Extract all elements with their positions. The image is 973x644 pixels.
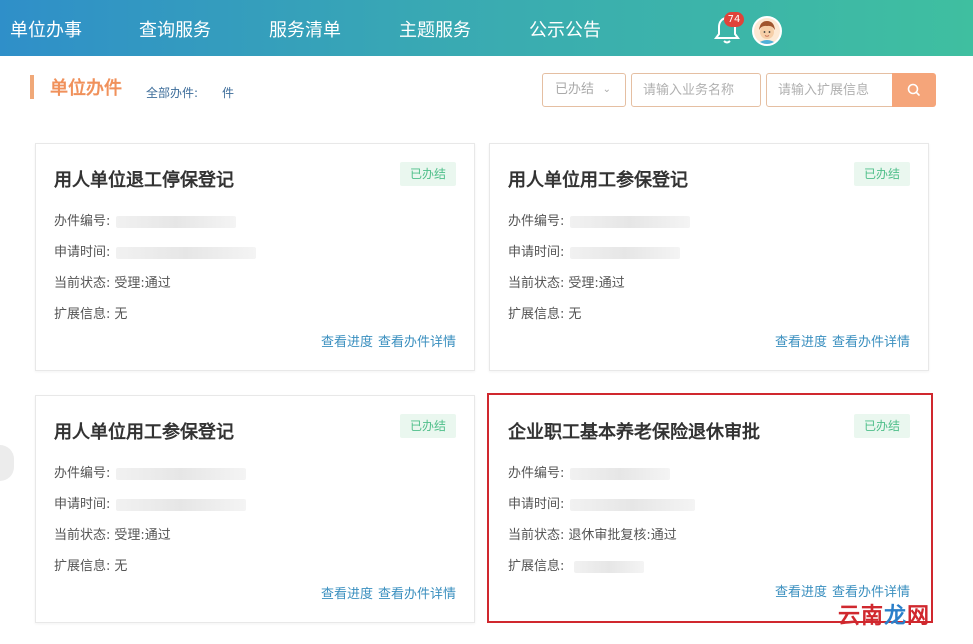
case-card: 用人单位退工停保登记 已办结 办件编号: 申请时间: 当前状态: 受理:通过 扩展… xyxy=(35,143,475,371)
status-filter-select[interactable]: 已办结 ⌄ xyxy=(542,73,626,107)
card-actions: 查看进度 查看办件详情 xyxy=(770,331,910,350)
current-status-value: 受理:通过 xyxy=(114,528,171,543)
card-title: 企业职工基本养老保险退休审批 xyxy=(508,422,760,443)
status-badge: 已办结 xyxy=(854,414,910,438)
redacted-value xyxy=(570,498,696,511)
case-card: 用人单位用工参保登记 已办结 办件编号: 申请时间: 当前状态: 受理:通过 扩展… xyxy=(35,395,475,623)
redacted-value xyxy=(116,215,237,228)
search-button[interactable] xyxy=(892,73,936,107)
redacted-value xyxy=(570,246,681,259)
nav-item-service-list[interactable]: 服务清单 xyxy=(269,0,341,56)
case-number-label: 办件编号: xyxy=(54,466,111,481)
current-status-label: 当前状态: xyxy=(54,276,111,291)
extended-info-row: 扩展信息: 无 xyxy=(54,303,127,322)
case-number-row: 办件编号: xyxy=(54,210,237,229)
current-status-row: 当前状态: 受理:通过 xyxy=(54,272,171,291)
all-count-text: 全部办件: xyxy=(146,86,199,100)
side-drawer-handle[interactable] xyxy=(0,445,14,481)
card-title: 用人单位用工参保登记 xyxy=(54,422,234,443)
view-progress-link[interactable]: 查看进度 xyxy=(775,335,827,350)
view-details-link[interactable]: 查看办件详情 xyxy=(378,335,456,350)
view-progress-link[interactable]: 查看进度 xyxy=(775,585,827,600)
extended-info-value: 无 xyxy=(114,307,128,322)
business-name-input[interactable] xyxy=(631,73,761,107)
status-filter-value: 已办结 xyxy=(555,82,595,97)
apply-time-label: 申请时间: xyxy=(54,245,111,260)
current-status-row: 当前状态: 受理:通过 xyxy=(508,272,625,291)
watermark-text-1: 云南 xyxy=(838,604,885,629)
nav-item-public-notice[interactable]: 公示公告 xyxy=(529,0,601,56)
card-title: 用人单位用工参保登记 xyxy=(508,170,688,191)
nav-item-theme-service[interactable]: 主题服务 xyxy=(399,0,471,56)
redacted-value xyxy=(570,215,691,228)
extended-info-value: 无 xyxy=(114,559,128,574)
case-number-label: 办件编号: xyxy=(508,466,565,481)
case-number-row: 办件编号: xyxy=(508,462,671,481)
apply-time-row: 申请时间: xyxy=(508,493,696,512)
chevron-down-icon: ⌄ xyxy=(602,84,611,95)
current-status-value: 退休审批复核:通过 xyxy=(568,528,677,543)
apply-time-label: 申请时间: xyxy=(54,497,111,512)
view-progress-link[interactable]: 查看进度 xyxy=(321,335,373,350)
card-title: 用人单位退工停保登记 xyxy=(54,170,234,191)
all-count-unit: 件 xyxy=(222,86,235,100)
apply-time-row: 申请时间: xyxy=(54,241,257,260)
search-icon xyxy=(907,83,920,96)
redacted-value xyxy=(570,467,671,480)
watermark-text-2: 龙 xyxy=(884,604,908,629)
apply-time-row: 申请时间: xyxy=(54,493,247,512)
page-title: 单位办件 xyxy=(50,78,122,99)
view-progress-link[interactable]: 查看进度 xyxy=(321,587,373,602)
apply-time-label: 申请时间: xyxy=(508,245,565,260)
case-number-row: 办件编号: xyxy=(54,462,247,481)
extended-info-label: 扩展信息: xyxy=(54,307,111,322)
case-number-label: 办件编号: xyxy=(54,214,111,229)
current-status-row: 当前状态: 受理:通过 xyxy=(54,524,171,543)
top-nav-bar: 单位办事 查询服务 服务清单 主题服务 公示公告 74 xyxy=(0,0,973,56)
current-status-row: 当前状态: 退休审批复核:通过 xyxy=(508,524,677,543)
user-avatar[interactable] xyxy=(752,16,782,46)
notification-count-badge: 74 xyxy=(724,12,744,27)
extended-info-input[interactable] xyxy=(766,73,893,107)
extended-info-row: 扩展信息: 无 xyxy=(508,303,581,322)
extended-info-row: 扩展信息: xyxy=(508,555,645,574)
extended-info-label: 扩展信息: xyxy=(508,559,565,574)
title-accent-bar xyxy=(30,75,34,99)
nav-item-query-service[interactable]: 查询服务 xyxy=(139,0,211,56)
redacted-value xyxy=(116,246,257,259)
extended-info-row: 扩展信息: 无 xyxy=(54,555,127,574)
all-count-label: 全部办件: 件 xyxy=(146,84,234,101)
status-badge: 已办结 xyxy=(400,414,456,438)
status-badge: 已办结 xyxy=(854,162,910,186)
site-watermark: 云南龙网 xyxy=(838,598,930,630)
extended-info-label: 扩展信息: xyxy=(508,307,565,322)
view-details-link[interactable]: 查看办件详情 xyxy=(378,587,456,602)
case-number-row: 办件编号: xyxy=(508,210,691,229)
current-status-label: 当前状态: xyxy=(54,528,111,543)
status-badge: 已办结 xyxy=(400,162,456,186)
nav-item-unit-affairs[interactable]: 单位办事 xyxy=(10,0,82,56)
current-status-value: 受理:通过 xyxy=(568,276,625,291)
current-status-label: 当前状态: xyxy=(508,528,565,543)
current-status-value: 受理:通过 xyxy=(114,276,171,291)
view-details-link[interactable]: 查看办件详情 xyxy=(832,335,910,350)
card-actions: 查看进度 查看办件详情 xyxy=(316,331,456,350)
extended-info-label: 扩展信息: xyxy=(54,559,111,574)
case-number-label: 办件编号: xyxy=(508,214,565,229)
redacted-value xyxy=(116,498,247,511)
redacted-value xyxy=(116,467,247,480)
case-card-highlighted: 企业职工基本养老保险退休审批 已办结 办件编号: 申请时间: 当前状态: 退休审批… xyxy=(487,393,933,623)
case-card: 用人单位用工参保登记 已办结 办件编号: 申请时间: 当前状态: 受理:通过 扩展… xyxy=(489,143,929,371)
redacted-value xyxy=(574,560,645,573)
watermark-text-3: 网 xyxy=(907,604,931,629)
apply-time-label: 申请时间: xyxy=(508,497,565,512)
extended-info-value: 无 xyxy=(568,307,582,322)
apply-time-row: 申请时间: xyxy=(508,241,681,260)
card-actions: 查看进度 查看办件详情 xyxy=(316,583,456,602)
current-status-label: 当前状态: xyxy=(508,276,565,291)
